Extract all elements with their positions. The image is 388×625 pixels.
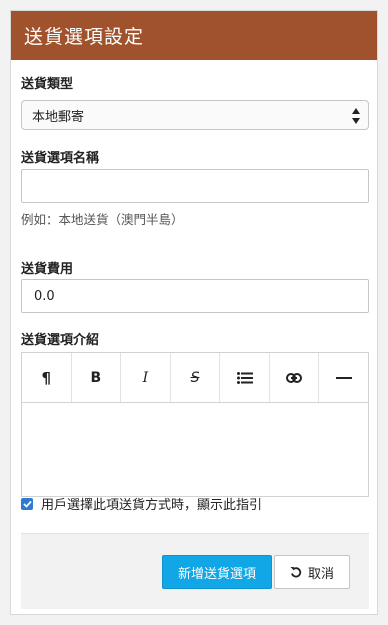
show-instructions-row[interactable]: 用戶選擇此項送貨方式時，顯示此指引: [21, 494, 262, 513]
description-editor: ¶ B I S: [21, 352, 369, 497]
shipping-option-dialog: 送貨選項設定 送貨類型 本地郵寄 送貨選項名稱 例如：本地送貨（澳門半島） 送貨…: [10, 10, 378, 615]
show-instructions-checkbox[interactable]: [21, 497, 33, 510]
horizontal-rule-button[interactable]: [319, 353, 368, 402]
paragraph-icon: ¶: [41, 368, 52, 387]
bullet-list-icon: [236, 371, 253, 384]
bold-button[interactable]: B: [72, 353, 122, 402]
option-name-hint: 例如：本地送貨（澳門半島）: [21, 212, 184, 227]
shipping-type-label: 送貨類型: [21, 77, 74, 92]
italic-icon: I: [142, 369, 149, 386]
dialog-header: 送貨選項設定: [11, 11, 377, 60]
italic-button[interactable]: I: [121, 353, 171, 402]
link-button[interactable]: [270, 353, 320, 402]
strikethrough-button[interactable]: S: [171, 353, 221, 402]
bold-icon: B: [90, 369, 102, 386]
description-content-area[interactable]: [22, 403, 368, 496]
cancel-label: 取消: [307, 566, 334, 582]
description-label: 送貨選項介紹: [21, 333, 100, 348]
horizontal-rule-icon: [335, 376, 352, 379]
shipping-type-select[interactable]: 本地郵寄: [21, 100, 369, 130]
dialog-footer: 新增送貨選項 取消: [21, 533, 369, 609]
dialog-title: 送貨選項設定: [24, 26, 145, 48]
show-instructions-label: 用戶選擇此項送貨方式時，顯示此指引: [41, 498, 263, 513]
add-shipping-option-button[interactable]: 新增送貨選項: [162, 555, 272, 589]
paragraph-button[interactable]: ¶: [22, 353, 72, 402]
option-name-input[interactable]: [21, 169, 369, 203]
bullet-list-button[interactable]: [220, 353, 270, 402]
strikethrough-icon: S: [190, 369, 200, 386]
link-icon: [286, 372, 303, 383]
fee-input[interactable]: [21, 279, 369, 313]
select-arrows-icon: [352, 108, 360, 124]
fee-label: 送貨費用: [21, 262, 74, 277]
checkmark-icon: [22, 500, 32, 508]
undo-icon: [290, 567, 302, 578]
option-name-label: 送貨選項名稱: [21, 151, 100, 166]
cancel-button[interactable]: 取消: [274, 555, 350, 589]
shipping-type-value: 本地郵寄: [32, 109, 85, 125]
editor-toolbar: ¶ B I S: [22, 353, 368, 403]
